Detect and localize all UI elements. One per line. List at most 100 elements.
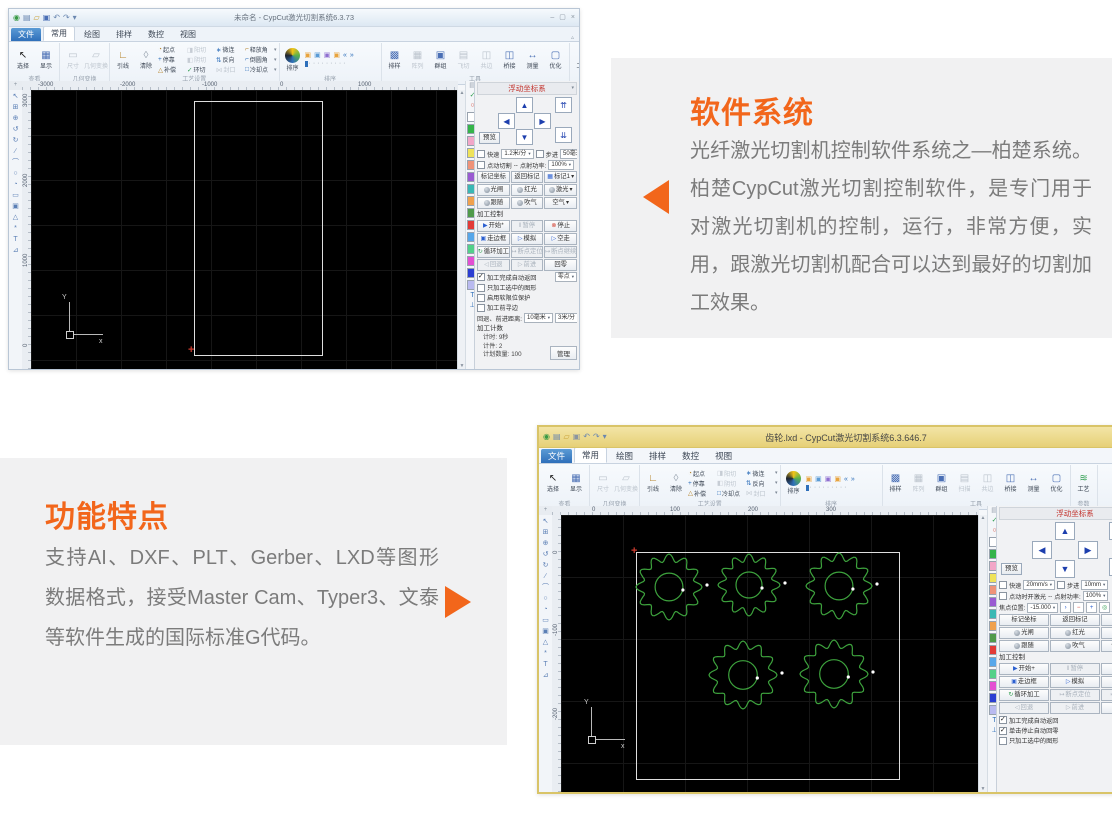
sort-mini-icon[interactable]: ▣ [333, 52, 340, 59]
fast-speed-select[interactable]: 20mm/s [1023, 580, 1055, 590]
sort-mini-icon[interactable]: ▣ [834, 476, 841, 483]
gear-outline[interactable] [800, 640, 868, 708]
tab-文件[interactable]: 文件 [541, 449, 572, 463]
toggle-红光[interactable]: 红光 [511, 184, 544, 196]
save-icon[interactable]: ▣ [573, 432, 581, 442]
ribbon-mini-停靠[interactable]: +停靠 [688, 479, 715, 488]
draw-tool-icon-6[interactable]: ⌒ [12, 158, 19, 167]
ribbon-mini-阴切[interactable]: ◧阴切 [187, 55, 214, 64]
checkbox[interactable] [999, 716, 1007, 724]
gear-drawings[interactable] [561, 515, 979, 792]
control-button-空走[interactable]: ▷空走 [544, 233, 577, 245]
ribbon-mini-倒圆角[interactable]: ⌐倒圆角 [245, 55, 272, 64]
scroll-up-icon[interactable]: ▲ [460, 90, 465, 96]
draw-tool-icon-3[interactable]: ↺ [543, 550, 549, 559]
control-button-开始*[interactable]: ▶开始* [477, 220, 510, 232]
tab-绘图[interactable]: 绘图 [77, 28, 107, 41]
draw-tool-icon-13[interactable]: T [543, 660, 547, 669]
return-point-select[interactable]: 零点 [555, 272, 577, 282]
checkbox[interactable] [477, 304, 485, 312]
size-tool[interactable]: ▭尺寸 [592, 473, 614, 493]
dropdown-icon[interactable]: ▾ [775, 480, 778, 486]
jog-left-button[interactable]: ◀ [1032, 541, 1052, 559]
checkbox[interactable] [477, 284, 485, 292]
vertical-scrollbar[interactable]: ▲▼ [978, 515, 987, 792]
slider-thumb[interactable] [305, 61, 308, 67]
draw-tool-icon-3[interactable]: ↺ [13, 125, 19, 134]
new-file-icon[interactable]: ▤ [23, 13, 31, 23]
toggle-激光[interactable]: 激光▾ [1101, 627, 1112, 639]
ribbon-mini-阳切[interactable]: ◨阳切 [717, 469, 744, 478]
focus-adjust-button[interactable]: ◎ [1099, 602, 1110, 613]
bridge-tool[interactable]: ◫桥接 [1000, 473, 1022, 493]
gear-bore-circle[interactable] [729, 661, 758, 690]
scroll-down-icon[interactable]: ▼ [460, 363, 465, 369]
toggle-低压空气[interactable]: 低压空气▾ [1101, 640, 1112, 652]
toggle-空气[interactable]: 空气▾ [544, 197, 577, 209]
dropdown-icon[interactable]: ▾ [775, 470, 778, 476]
process-tool[interactable]: ≋工艺 [572, 50, 579, 70]
tab-常用[interactable]: 常用 [43, 26, 75, 41]
gear-bore-circle[interactable] [820, 660, 849, 689]
control-button-循环加工[interactable]: ↻循环加工 [999, 689, 1049, 701]
distance-select[interactable]: 3米/分 [555, 313, 577, 323]
group-tool[interactable]: ▣群组 [430, 50, 452, 70]
draw-tool-icon-0[interactable]: ↖ [13, 92, 19, 101]
scan-tool[interactable]: ▤扫描 [954, 473, 976, 493]
ribbon-mini-阳切[interactable]: ◨阳切 [187, 45, 214, 54]
lead-line-tool[interactable]: ∟引线 [112, 50, 134, 70]
display-tool[interactable]: ▦显示 [565, 473, 587, 493]
dropdown-icon[interactable]: ▾ [274, 67, 277, 73]
size-tool[interactable]: ▭尺寸 [62, 50, 84, 70]
undo-icon[interactable]: ↶ [53, 13, 60, 23]
mark-button-标记1[interactable]: ▦标记1▾ [544, 171, 577, 183]
burst-power-select[interactable]: 100% [548, 160, 574, 170]
ribbon-mini-冷却点[interactable]: □冷却点 [717, 489, 744, 498]
minimize-button[interactable]: – [550, 13, 554, 22]
new-file-icon[interactable]: ▤ [553, 432, 561, 442]
clear-tool[interactable]: ◊清除 [135, 50, 157, 70]
control-button-断点定位[interactable]: ↦断点定位 [1050, 689, 1100, 701]
follow-up-button[interactable]: ⇈ [555, 97, 572, 113]
toggle-吹气[interactable]: 吹气 [1050, 640, 1100, 652]
draw-tool-icon-1[interactable]: ⊞ [543, 528, 549, 537]
gear-bore-circle[interactable] [655, 573, 683, 601]
control-button-前进[interactable]: ▷前进 [511, 259, 544, 271]
control-button-停止[interactable]: ⊗停止 [544, 220, 577, 232]
preview-button[interactable]: 预览 [479, 132, 500, 144]
focus-select[interactable]: -15.000 [1027, 603, 1058, 613]
jog-right-button[interactable]: ▶ [1078, 541, 1098, 559]
jog-checkbox[interactable] [477, 161, 485, 169]
gear-bore-circle[interactable] [736, 572, 762, 598]
undo-icon[interactable]: ↶ [583, 432, 590, 442]
fast-speed-select[interactable]: 1.2米/分 [501, 149, 533, 159]
preview-button[interactable]: 预览 [1001, 563, 1022, 575]
redo-icon[interactable]: ↷ [593, 432, 600, 442]
ribbon-mini-起点[interactable]: ◔起点 [158, 45, 185, 54]
toggle-光闸[interactable]: 光闸 [477, 184, 510, 196]
qat-menu-icon[interactable]: ▾ [73, 13, 77, 23]
control-button-回零[interactable]: 回零 [544, 259, 577, 271]
checkbox[interactable] [477, 294, 485, 302]
control-button-断点继续[interactable]: ↦断点继续 [544, 246, 577, 258]
ribbon-mini-微连[interactable]: ∗微连 [746, 469, 773, 478]
ribbon-mini-补偿[interactable]: △补偿 [158, 65, 185, 74]
sort-mini-icon[interactable]: ▣ [324, 52, 331, 59]
control-button-停止[interactable]: ⊗停止 [1101, 663, 1112, 675]
sort-slider[interactable]: ········· [806, 485, 880, 491]
control-button-循环加工[interactable]: ↻循环加工 [477, 246, 510, 258]
control-button-断点继续[interactable]: ↦断点继续 [1101, 689, 1112, 701]
toggle-激光[interactable]: 激光▾ [544, 184, 577, 196]
jog-up-button[interactable]: ▲ [1055, 522, 1075, 540]
measure-tool[interactable]: ↔测量 [522, 50, 544, 70]
draw-tool-icon-11[interactable]: △ [543, 638, 548, 647]
manage-button[interactable]: 管理 [550, 346, 577, 360]
toggle-跟随[interactable]: 跟随 [477, 197, 510, 209]
control-button-暂停[interactable]: ‖暂停 [511, 220, 544, 232]
draw-tool-icon-14[interactable]: ⊿ [13, 246, 19, 255]
dropdown-icon[interactable]: ▾ [274, 57, 277, 63]
sort-mini-icon[interactable]: ▣ [825, 476, 832, 483]
draw-tool-icon-1[interactable]: ⊞ [13, 103, 19, 112]
jog-checkbox[interactable] [999, 592, 1007, 600]
ribbon-mini-反向[interactable]: ⇅反向 [216, 55, 243, 64]
